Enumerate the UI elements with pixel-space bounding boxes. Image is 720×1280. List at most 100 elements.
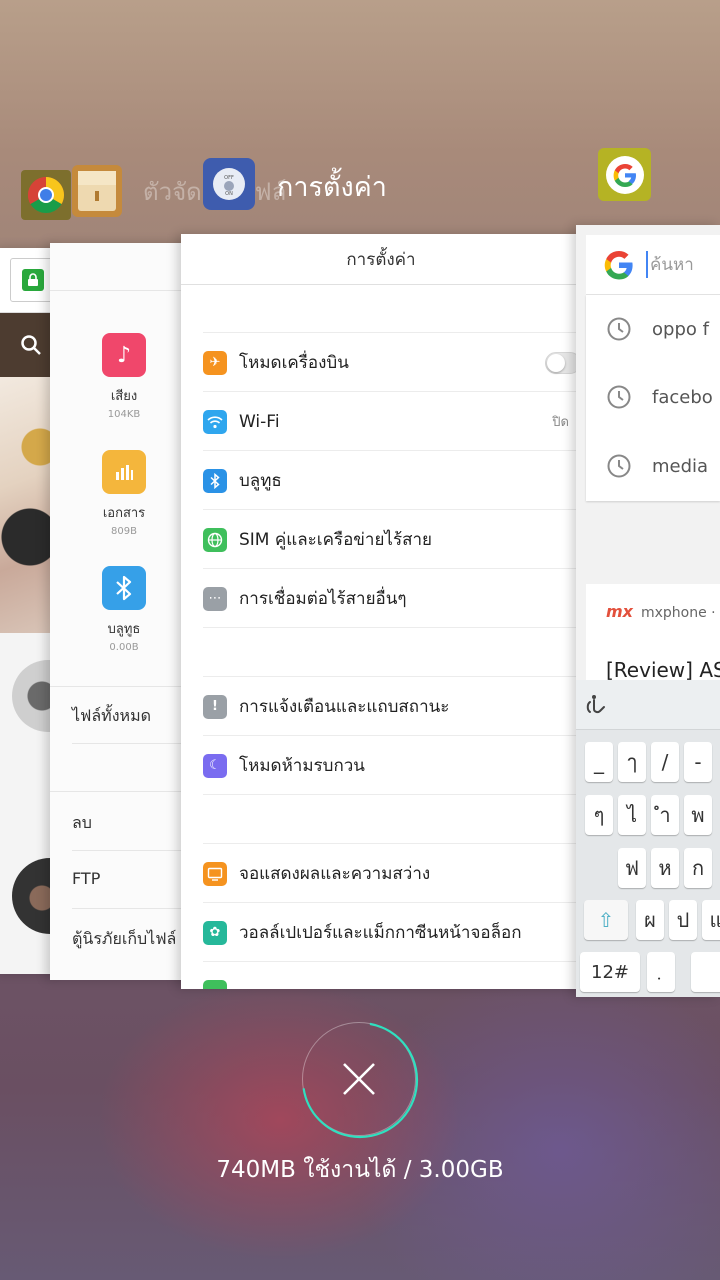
divider — [72, 908, 190, 909]
key[interactable]: ป — [669, 900, 697, 940]
settings-item-display[interactable]: จอแสดงผลและความสว่าง — [203, 845, 581, 903]
more-icon: ⋯ — [203, 586, 227, 611]
history-item[interactable]: facebo — [586, 363, 720, 431]
file-manager-app-icon[interactable] — [72, 165, 122, 217]
category-size: 0.00B — [109, 642, 139, 653]
settings-item-label: โหมดเครื่องบิน — [239, 353, 349, 373]
settings-item-airplane-mode[interactable]: ✈ โหมดเครื่องบิน — [203, 334, 581, 392]
key[interactable]: ผ — [636, 900, 664, 940]
settings-item-label: การแจ้งเตือนและแถบสถานะ — [239, 697, 450, 717]
news-card[interactable]: mx mxphone · [Review] AS — [586, 584, 720, 689]
trash-row: ลบ — [72, 813, 92, 832]
history-item[interactable]: oppo f — [586, 295, 720, 363]
category-name: บลูทูธ — [107, 622, 141, 637]
punctuation-key[interactable]: ฺ — [647, 952, 675, 992]
notification-icon: ! — [203, 694, 227, 719]
mode-switch-key[interactable]: 12# — [580, 952, 640, 992]
key[interactable]: / — [651, 742, 679, 782]
all-files-row: ไฟล์ทั้งหมด — [72, 706, 152, 725]
settings-item-bluetooth[interactable]: บลูทูธ — [203, 452, 581, 510]
google-g-icon — [604, 250, 633, 279]
key[interactable]: แ — [702, 900, 720, 940]
category-size: 809B — [111, 526, 137, 537]
search-icon — [21, 335, 41, 355]
settings-item-notifications[interactable]: ! การแจ้งเตือนและแถบสถานะ — [203, 678, 581, 736]
moon-icon: ☾ — [203, 753, 227, 778]
news-source: mx mxphone · — [606, 602, 716, 621]
news-headline: [Review] AS — [606, 658, 720, 682]
key[interactable]: พ — [684, 795, 712, 835]
wallpaper-icon: ✿ — [203, 920, 227, 945]
airplane-icon: ✈ — [203, 350, 227, 375]
category-size: 104KB — [107, 409, 141, 420]
history-text: media — [652, 455, 709, 477]
memory-usage-ring — [301, 1021, 419, 1139]
history-clock-icon — [607, 317, 631, 341]
category-bluetooth: บลูทูธ 0.00B — [74, 566, 174, 653]
key[interactable]: _ — [585, 742, 613, 782]
bluetooth-icon — [102, 566, 146, 610]
history-text: facebo — [652, 386, 713, 408]
search-input[interactable]: ค้นหา — [646, 251, 694, 278]
chrome-icon — [27, 177, 65, 214]
folder-icon — [78, 171, 116, 211]
google-g-icon — [605, 155, 644, 194]
settings-item-other-wireless[interactable]: ⋯ การเชื่อมต่อไร้สายอื่นๆ — [203, 570, 581, 628]
space-key[interactable] — [691, 952, 720, 992]
keyboard-gesture-icon[interactable] — [584, 692, 610, 718]
divider — [203, 332, 581, 333]
key[interactable]: ฟ — [618, 848, 646, 888]
search-history-list: oppo f facebo media — [586, 295, 720, 501]
lock-icon — [22, 269, 44, 291]
key[interactable]: ไ — [618, 795, 646, 835]
toggle-switch-icon: OFF ON — [213, 168, 245, 200]
key[interactable]: ๅ — [618, 742, 646, 782]
settings-item-label: SIM คู่และเครือข่ายไร้สาย — [239, 530, 432, 550]
divider — [72, 850, 190, 851]
settings-item-label: โหมดห้ามรบกวน — [239, 756, 365, 776]
safe-box-row: ตู้นิรภัยเก็บไฟล์ — [72, 929, 177, 948]
category-audio: ♪ เสียง 104KB — [74, 333, 174, 420]
settings-recent-card[interactable]: การตั้งค่า ✈ โหมดเครื่องบิน Wi-Fi ปิด บล… — [181, 234, 581, 989]
clear-all-button[interactable] — [301, 1021, 419, 1139]
category-documents: เอกสาร 809B — [74, 450, 174, 537]
wifi-icon — [203, 409, 227, 434]
key[interactable]: - — [684, 742, 712, 782]
history-clock-icon — [607, 385, 631, 409]
settings-item-wifi[interactable]: Wi-Fi ปิด — [203, 393, 581, 451]
wifi-status: ปิด — [552, 415, 569, 430]
svg-text:ON: ON — [225, 191, 233, 197]
category-name: เสียง — [110, 389, 138, 404]
settings-app-icon[interactable]: OFF ON — [203, 158, 255, 210]
settings-item-label: จอแสดงผลและความสว่าง — [239, 864, 431, 884]
settings-item-label: Wi-Fi — [239, 411, 280, 432]
settings-item-do-not-disturb[interactable]: ☾ โหมดห้ามรบกวน — [203, 737, 581, 795]
google-recent-card[interactable]: ค้นหา oppo f facebo media mx mxphone · [R… — [576, 225, 720, 997]
history-item[interactable]: media — [586, 432, 720, 500]
svg-text:OFF: OFF — [224, 175, 234, 181]
keyboard-toolbar — [576, 680, 720, 730]
key[interactable]: ำ — [651, 795, 679, 835]
ftp-row: FTP — [72, 869, 101, 888]
settings-item-label: บลูทูธ — [239, 471, 282, 491]
key[interactable]: ห — [651, 848, 679, 888]
chrome-app-icon[interactable] — [21, 170, 71, 220]
settings-item-sim-network[interactable]: SIM คู่และเครือข่ายไร้สาย — [203, 511, 581, 569]
category-name: เอกสาร — [102, 506, 146, 521]
google-search-bar[interactable]: ค้นหา — [586, 235, 720, 295]
divider — [50, 686, 190, 687]
settings-item-wallpaper[interactable]: ✿ วอลล์เปเปอร์และแม็กกาซีนหน้าจอล็อก — [203, 904, 581, 962]
google-app-icon[interactable] — [598, 148, 651, 201]
file-manager-recent-card[interactable]: ♪ เสียง 104KB เอกสาร 809B บลูทูธ 0.00B ไ… — [50, 243, 190, 980]
divider — [72, 743, 190, 744]
news-source-name: mxphone · — [641, 605, 716, 621]
bluetooth-icon — [203, 468, 227, 493]
key[interactable]: ก — [684, 848, 712, 888]
thai-keyboard[interactable]: _ ๅ / - ๆ ไ ำ พ ฟ ห ก ⇧ ผ ป แ 12# ฺ — [576, 680, 720, 997]
display-icon — [203, 861, 227, 886]
key[interactable]: ๆ — [585, 795, 613, 835]
divider — [203, 676, 581, 677]
history-clock-icon — [607, 454, 631, 478]
settings-title: การตั้งค่า — [277, 172, 387, 203]
shift-key-icon[interactable]: ⇧ — [584, 900, 628, 940]
